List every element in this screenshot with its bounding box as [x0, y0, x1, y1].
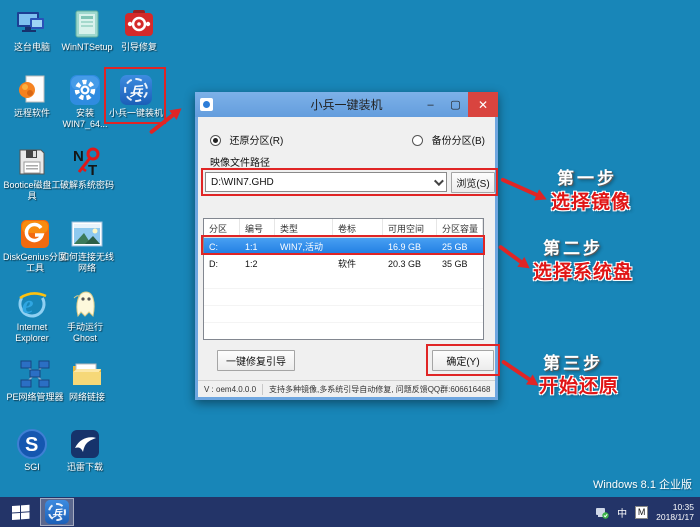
radio-selected-icon — [210, 135, 221, 146]
dialog-app-icon — [200, 98, 213, 111]
version-text: V : oem4.0.0.0 — [204, 384, 257, 394]
gear-icon — [68, 74, 102, 106]
desktop-icon-xunlei[interactable]: 迅雷下载 — [56, 428, 114, 473]
icon-label: 小兵一键装机 — [108, 108, 163, 118]
computer-icon — [15, 8, 49, 40]
clock-time: 10:35 — [672, 502, 694, 512]
windows-logo-icon — [12, 504, 30, 520]
table-row-d[interactable]: D: 1:2 软件 20.3 GB 35 GB — [204, 255, 483, 272]
sgi-s-icon: S — [15, 428, 49, 460]
icon-label: PE网络管理器 — [6, 392, 64, 402]
step1-action: 选择镜像 — [551, 192, 632, 213]
network-nodes-icon — [18, 358, 52, 390]
desktop-icon-xiaobing[interactable]: 兵 小兵一键装机 — [106, 74, 166, 119]
desktop-icon-remote[interactable]: 远程软件 — [3, 74, 61, 119]
nt-key-icon: NT — [70, 146, 104, 178]
icon-label: 手动运行 Ghost — [66, 322, 103, 343]
desktop-icon-ie[interactable]: e Internet Explorer — [3, 288, 61, 344]
dialog-statusbar: V : oem4.0.0.0 支持多种镜像,多系统引导自动修复, 问题反馈QQ群… — [198, 380, 495, 397]
close-button[interactable]: ✕ — [468, 92, 498, 117]
icon-label: Internet Explorer — [15, 322, 49, 343]
bird-icon — [68, 428, 102, 460]
svg-text:S: S — [25, 434, 38, 456]
annotation-arrow-step2 — [497, 244, 523, 265]
radio-restore-partition[interactable]: 还原分区(R) — [210, 131, 283, 149]
svg-text:N: N — [73, 148, 84, 165]
ie-e-icon: e — [15, 288, 49, 320]
icon-label: 如何连接无线网络 — [59, 252, 114, 273]
dialog-titlebar[interactable]: 小兵一键装机 – ▢ ✕ — [195, 92, 498, 117]
svg-text:T: T — [88, 162, 97, 178]
image-path-combobox[interactable]: D:\WIN7.GHD — [205, 172, 447, 192]
desktop-icon-boot-repair[interactable]: 引导修复 — [110, 8, 168, 53]
maximize-button[interactable]: ▢ — [443, 92, 468, 117]
step2-title: 第二步 — [543, 239, 603, 258]
icon-label: 迅雷下载 — [66, 462, 103, 472]
document-flame-icon — [15, 74, 49, 106]
desktop-icon-sgi[interactable]: S SGI — [3, 428, 61, 473]
image-path-value: D:\WIN7.GHD — [211, 176, 274, 188]
ok-button[interactable]: 确定(Y) — [432, 350, 494, 371]
xiaobing-logo-icon: 兵 — [119, 74, 153, 106]
step3-action: 开始还原 — [539, 376, 620, 397]
system-tray: 中 M 10:35 2018/1/17 — [595, 497, 694, 527]
icon-label: SGI — [24, 462, 40, 472]
browse-button[interactable]: 浏览(S) — [451, 172, 495, 193]
icon-label: Bootice磁盘工具 — [3, 180, 61, 201]
step1-title: 第一步 — [557, 169, 617, 188]
icon-label: 远程软件 — [13, 108, 50, 118]
table-empty-row — [204, 289, 483, 306]
chevron-down-icon — [433, 175, 444, 186]
diskgenius-g-icon — [18, 218, 52, 250]
icon-label: 这台电脑 — [13, 42, 50, 52]
floppy-disk-icon — [15, 146, 49, 178]
folder-icon — [70, 358, 104, 390]
annotation-arrow-step3 — [500, 359, 532, 382]
network-status-icon[interactable] — [595, 506, 609, 519]
table-empty-row — [204, 306, 483, 323]
windows-watermark: Windows 8.1 企业版 — [592, 479, 692, 491]
annotation-arrow-step1 — [500, 177, 539, 198]
icon-label: 网络链接 — [68, 392, 105, 402]
table-header-row: 分区 编号 类型 卷标 可用空间 分区容量 — [204, 219, 483, 238]
clock-date: 2018/1/17 — [656, 512, 694, 522]
desktop-icon-net-link[interactable]: 网络链接 — [58, 358, 116, 403]
desktop-icon-bootice[interactable]: Bootice磁盘工具 — [3, 146, 61, 202]
desktop-icon-ghost[interactable]: 手动运行 Ghost — [56, 288, 114, 344]
ime-language-indicator[interactable]: 中 — [617, 505, 627, 520]
icon-label: WinNTSetup — [61, 42, 113, 52]
minimize-button[interactable]: – — [418, 92, 443, 117]
ghost-icon — [68, 288, 102, 320]
fix-boot-button[interactable]: 一键修复引导 — [217, 350, 295, 371]
xiaobing-dialog: 小兵一键装机 – ▢ ✕ 还原分区(R) 备份分区(B) 映像文件路径 D:\W… — [195, 92, 500, 400]
table-row-c-selected[interactable]: C: 1:1 WIN7,活动 16.9 GB 25 GB — [204, 238, 483, 255]
photo-icon — [70, 218, 104, 250]
red-toolbox-icon — [122, 8, 156, 40]
taskbar: 兵 中 M 10:35 2018/1/17 — [0, 497, 700, 527]
radio-unselected-icon — [412, 135, 424, 146]
taskbar-clock[interactable]: 10:35 2018/1/17 — [656, 502, 694, 522]
table-empty-row — [204, 272, 483, 289]
installer-box-icon — [70, 8, 104, 40]
desktop-icon-wifi-help[interactable]: 如何连接无线网络 — [58, 218, 116, 274]
desktop-icon-winntsetup[interactable]: WinNTSetup — [56, 8, 118, 53]
ime-mode-icon[interactable]: M — [635, 505, 649, 519]
partition-table: 分区 编号 类型 卷标 可用空间 分区容量 C: 1:1 WIN7,活动 16.… — [203, 218, 484, 340]
desktop-icon-this-pc[interactable]: 这台电脑 — [3, 8, 61, 53]
icon-label: 破解系统密码 — [59, 180, 114, 190]
status-text: 支持多种镜像,多系统引导自动修复, 问题反馈QQ群:606616468 — [269, 384, 491, 394]
taskbar-app-xiaobing[interactable]: 兵 — [40, 498, 74, 526]
start-button[interactable] — [7, 497, 35, 527]
statusbar-divider — [262, 383, 264, 395]
step2-action: 选择系统盘 — [533, 262, 634, 283]
desktop-icon-nt-password[interactable]: NT 破解系统密码 — [56, 146, 118, 191]
radio-backup-partition[interactable]: 备份分区(B) — [412, 131, 485, 149]
xiaobing-logo-icon: 兵 — [45, 500, 69, 524]
image-path-label: 映像文件路径 — [210, 158, 270, 169]
icon-label: 引导修复 — [120, 42, 157, 52]
